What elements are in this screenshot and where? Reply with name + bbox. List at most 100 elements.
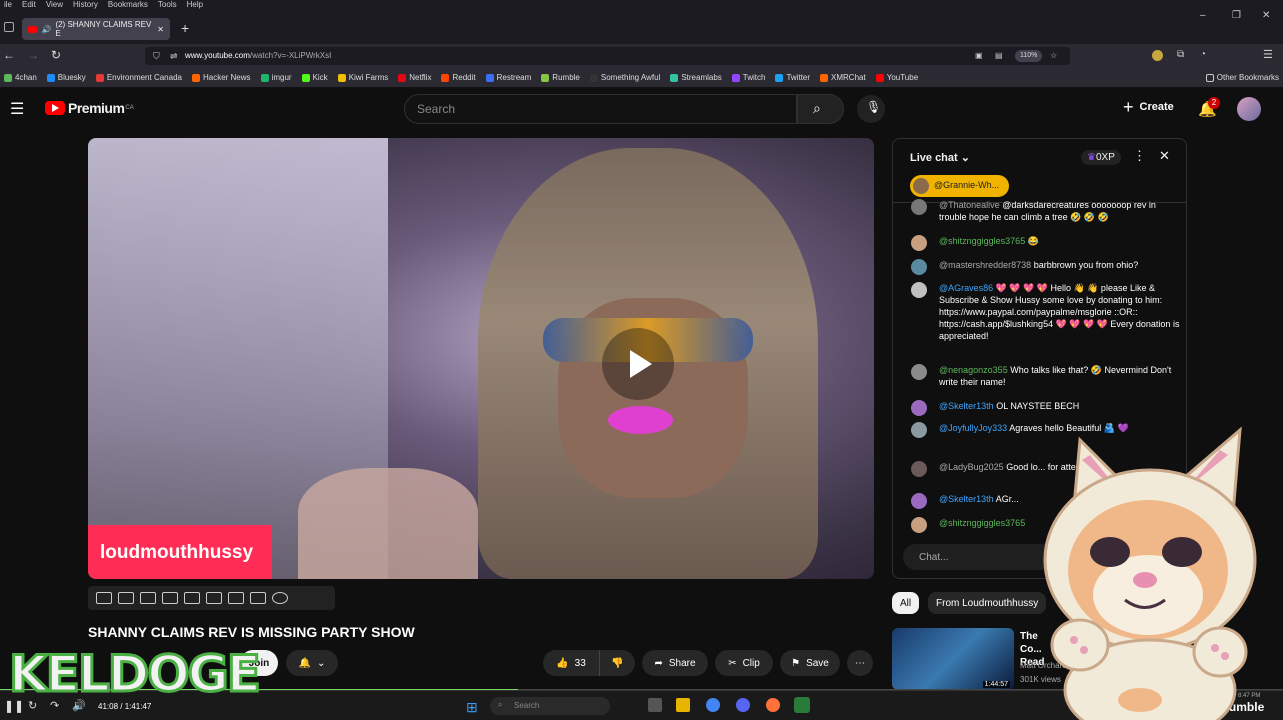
bookmark-imgur[interactable]: imgur <box>260 73 292 82</box>
bookmark-something-awful[interactable]: Something Awful <box>589 73 660 82</box>
youtube-logo[interactable]: Premium CA <box>45 100 134 116</box>
bookmark-twitch[interactable]: Twitch <box>731 73 765 82</box>
account-icon[interactable]: ◔ <box>1200 49 1206 60</box>
discord-icon[interactable] <box>736 698 750 712</box>
bookmark-bluesky[interactable]: Bluesky <box>46 73 86 82</box>
broadcast-icon[interactable] <box>118 592 134 604</box>
new-tab-icon[interactable]: + <box>181 20 189 36</box>
speed-icon[interactable] <box>206 592 222 604</box>
bookmark-reddit[interactable]: Reddit <box>441 73 476 82</box>
like-button[interactable]: 👍 33 <box>543 650 599 676</box>
xp-badge[interactable]: ♛0XP <box>1081 150 1121 165</box>
theater-icon[interactable] <box>184 592 200 604</box>
firefox-icon[interactable] <box>766 698 780 712</box>
bookmark-star-icon[interactable]: ☆ <box>1050 47 1057 65</box>
dislike-button[interactable]: 👎 <box>599 650 635 676</box>
caption-icon[interactable] <box>140 592 156 604</box>
clip-button[interactable]: ✂ Clip <box>715 650 773 676</box>
chat-username[interactable]: @LadyBug2025 <box>939 462 1004 472</box>
bookmark-netflix[interactable]: Netflix <box>398 73 431 82</box>
extensions-puzzle-icon[interactable]: ⧉ <box>1177 49 1184 60</box>
zoom-badge[interactable]: 110% <box>1015 50 1043 62</box>
voice-search-button[interactable]: 🎙 <box>857 95 885 123</box>
bookmark-youtube[interactable]: YouTube <box>875 73 918 82</box>
more-vertical-icon[interactable]: ⋮ <box>1133 148 1146 164</box>
close-chat-icon[interactable]: ✕ <box>1159 148 1170 164</box>
chat-username[interactable]: @AGraves86 <box>939 283 993 293</box>
bookmark-streamlabs[interactable]: Streamlabs <box>670 73 722 82</box>
chat-username[interactable]: @Skelter13th <box>939 401 994 411</box>
tab-overview-icon[interactable] <box>4 22 14 32</box>
bookmark-hacker-news[interactable]: Hacker News <box>191 73 251 82</box>
picture-in-picture-icon[interactable]: ▤ <box>995 47 1003 65</box>
more-actions-button[interactable]: ⋯ <box>847 650 873 676</box>
loop-icon[interactable] <box>96 592 112 604</box>
forward-icon[interactable]: → <box>27 48 39 62</box>
file-explorer-icon[interactable] <box>676 698 690 712</box>
other-bookmarks[interactable]: Other Bookmarks <box>1205 73 1279 82</box>
bookmark-environment-canada[interactable]: Environment Canada <box>95 73 182 82</box>
avatar[interactable] <box>1237 97 1261 121</box>
tab-strip: 🔊 (2) SHANNY CLAIMS REV E ✕ + – ❐ ✕ <box>0 10 1283 44</box>
chat-username[interactable]: @shitznggiggles3765 <box>939 518 1025 528</box>
create-button[interactable]: + Create <box>1123 98 1174 116</box>
windows-start-icon[interactable]: ⊞ <box>466 699 478 716</box>
guide-menu-icon[interactable]: ☰ <box>10 99 24 119</box>
chat-username[interactable]: @Thatonealive <box>939 200 1000 210</box>
bookmark-favicon-icon <box>4 73 12 82</box>
bookmark-4chan[interactable]: 4chan <box>4 73 37 82</box>
clapper-icon[interactable] <box>162 592 178 604</box>
chrome-icon[interactable] <box>706 698 720 712</box>
play-button[interactable] <box>602 328 674 400</box>
url-bar[interactable]: ⛉ ⇌ www.youtube.com/watch?v=-XLiPWrkXsI … <box>145 47 1070 65</box>
save-button[interactable]: ⚑ Save <box>780 650 840 676</box>
speaker-icon[interactable]: 🔊 <box>41 25 51 34</box>
reader-view-icon[interactable]: ▣ <box>975 47 983 65</box>
menu-edit[interactable]: Edit <box>22 0 36 10</box>
related-video-thumbnail[interactable]: 1:44:57 <box>892 628 1014 690</box>
live-chat-dropdown[interactable]: Live chat ⌄ <box>910 151 970 164</box>
site-info-icon[interactable]: ⇌ <box>170 47 178 65</box>
chip-all[interactable]: All <box>892 592 920 614</box>
browser-tab-active[interactable]: 🔊 (2) SHANNY CLAIMS REV E ✕ <box>22 18 170 40</box>
chat-username[interactable]: @nenagonzo355 <box>939 365 1008 375</box>
bookmark-rumble[interactable]: Rumble <box>541 73 580 82</box>
obs-icon[interactable] <box>794 697 810 713</box>
subscription-bell-button[interactable]: 🔔 ⌄ <box>286 650 338 676</box>
chat-username[interactable]: @mastershredder8738 <box>939 260 1031 270</box>
menu-history[interactable]: History <box>73 0 98 10</box>
minimize-icon[interactable]: – <box>1200 10 1206 21</box>
menu-bookmarks[interactable]: Bookmarks <box>108 0 148 10</box>
bookmark-xmrchat[interactable]: XMRChat <box>820 73 866 82</box>
search-input[interactable]: Search <box>404 94 797 124</box>
hamburger-menu-icon[interactable]: ☰ <box>1263 48 1273 61</box>
task-view-icon[interactable] <box>648 698 662 712</box>
bookmark-kiwi-farms[interactable]: Kiwi Farms <box>337 73 388 82</box>
chip-from-channel[interactable]: From Loudmouthhussy <box>928 592 1047 614</box>
menu-tools[interactable]: Tools <box>158 0 177 10</box>
chat-username[interactable]: @shitznggiggles3765 <box>939 236 1025 246</box>
back-icon[interactable]: ← <box>3 48 15 62</box>
video-player[interactable]: loudmouthhussy <box>88 138 874 579</box>
chat-username[interactable]: @JoyfullyJoy333 <box>939 423 1007 433</box>
settings-gear-icon[interactable] <box>272 592 288 604</box>
menu-view[interactable]: View <box>46 0 63 10</box>
bookmark-twitter[interactable]: Twitter <box>775 73 810 82</box>
maximize-icon[interactable]: ❐ <box>1232 10 1241 21</box>
bookmark-kick[interactable]: Kick <box>301 73 328 82</box>
extension-icon[interactable] <box>1152 50 1163 61</box>
menu-help[interactable]: Help <box>187 0 203 10</box>
close-window-icon[interactable]: ✕ <box>1262 10 1270 21</box>
taskbar-search[interactable]: ⌕ Search <box>490 697 610 715</box>
menu-file[interactable]: ile <box>4 0 12 10</box>
add-icon[interactable] <box>228 592 244 604</box>
bookmark-restream[interactable]: Restream <box>485 73 531 82</box>
search-button[interactable]: ⌕ <box>797 94 844 124</box>
chat-username[interactable]: @Skelter13th <box>939 494 994 504</box>
shield-icon[interactable]: ⛉ <box>153 47 160 65</box>
pinned-donor-chip[interactable]: @Grannie-Wh... <box>910 175 1010 197</box>
close-tab-icon[interactable]: ✕ <box>157 25 164 34</box>
share-button[interactable]: ➦ Share <box>642 650 708 676</box>
screenshot-icon[interactable] <box>250 592 266 604</box>
reload-icon[interactable]: ↻ <box>51 48 61 62</box>
